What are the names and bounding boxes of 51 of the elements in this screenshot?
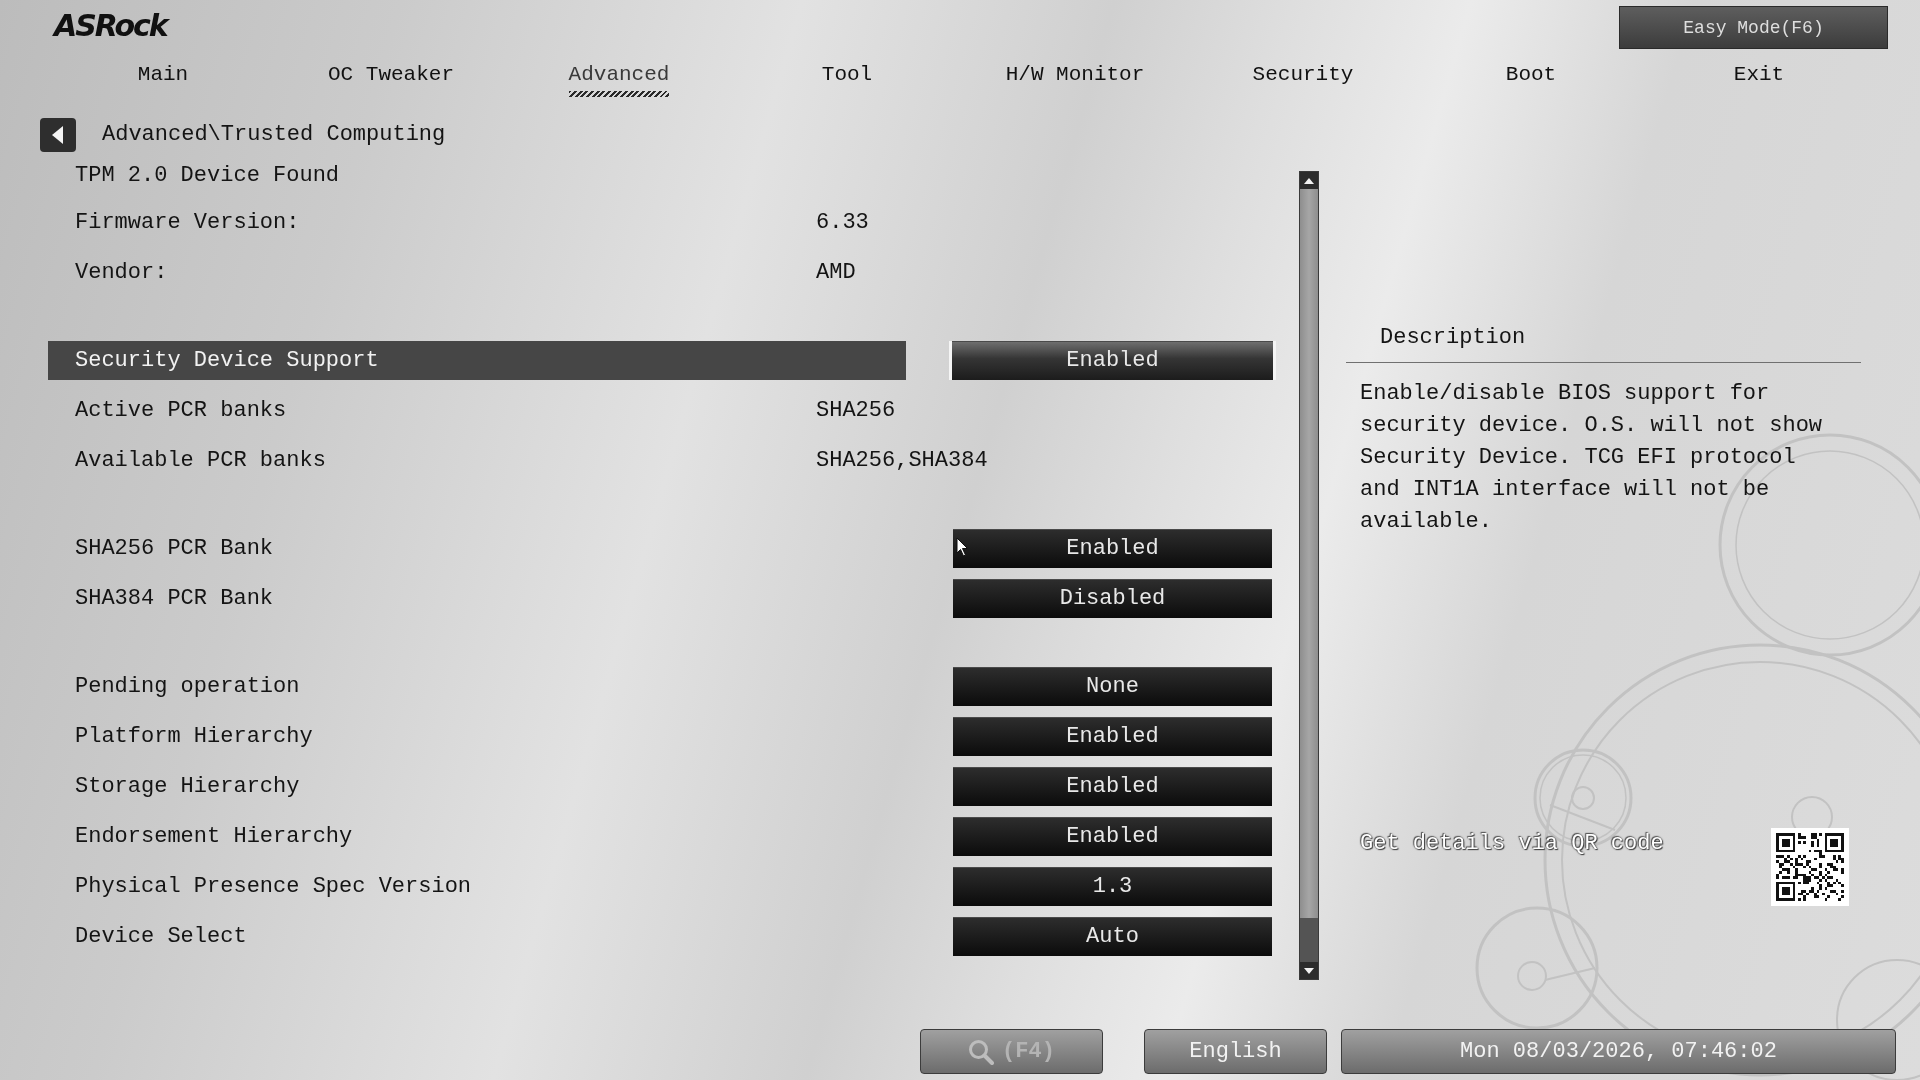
setting-label: Available PCR banks xyxy=(74,446,326,475)
setting-label[interactable]: Platform Hierarchy xyxy=(48,716,313,756)
setting-value: AMD xyxy=(816,258,856,287)
menu-tab[interactable]: Advanced xyxy=(558,50,680,97)
setting-value: SHA256 xyxy=(816,396,896,425)
setting-value: 6.33 xyxy=(816,208,869,237)
setting-label[interactable]: SHA384 PCR Bank xyxy=(48,578,274,618)
selected-setting-row[interactable]: Security Device Support xyxy=(48,340,906,380)
option-value-button[interactable]: Enabled xyxy=(949,340,1276,380)
menu-tab[interactable]: Tool xyxy=(811,50,883,88)
scrollbar-thumb[interactable] xyxy=(1300,189,1318,918)
option-value-button[interactable]: Disabled xyxy=(953,578,1272,618)
setting-label[interactable]: Pending operation xyxy=(48,666,300,706)
option-value-button[interactable]: Enabled xyxy=(953,528,1272,568)
menu-tab[interactable]: Security xyxy=(1242,50,1364,88)
up-arrow-icon xyxy=(1304,177,1314,184)
setting-label: TPM 2.0 Device Found xyxy=(74,161,340,190)
back-icon[interactable] xyxy=(40,118,76,152)
qr-code-icon xyxy=(1771,828,1849,906)
easy-mode-button[interactable]: Easy Mode(F6) xyxy=(1619,6,1888,49)
qr-caption: Get details via QR code xyxy=(1360,830,1664,858)
setting-label: Vendor: xyxy=(74,258,168,287)
setting-value: SHA256,SHA384 xyxy=(816,446,988,475)
menu-tab[interactable]: Exit xyxy=(1723,50,1795,88)
breadcrumb-path: Advanced\Trusted Computing xyxy=(102,121,446,149)
menu-tab[interactable]: Boot xyxy=(1495,50,1567,88)
setting-label[interactable]: Physical Presence Spec Version xyxy=(48,866,472,906)
setting-label[interactable]: SHA256 PCR Bank xyxy=(48,528,274,568)
scroll-up-button[interactable] xyxy=(1300,172,1318,189)
option-value-button[interactable]: Enabled xyxy=(953,816,1272,856)
menu-tab[interactable]: Main xyxy=(127,50,199,88)
description-text: Enable/disable BIOS support for security device. O.S. will not show Security Device. TCG EFI protocol and INT1A interface will not be available. xyxy=(1360,380,1824,536)
description-title: Description xyxy=(1380,324,1526,352)
setting-label[interactable]: Storage Hierarchy xyxy=(48,766,300,806)
option-value-button[interactable]: None xyxy=(953,666,1272,706)
logo: ASRock xyxy=(54,11,167,41)
down-arrow-icon xyxy=(1304,967,1314,974)
option-value-button[interactable]: 1.3 xyxy=(953,866,1272,906)
menu-tab[interactable]: OC Tweaker xyxy=(318,50,464,88)
setting-label: Active PCR banks xyxy=(74,396,287,425)
datetime-display: Mon 08/03/2026, 07:46:02 xyxy=(1341,1029,1896,1074)
setting-label[interactable]: Device Select xyxy=(48,916,247,956)
setting-label[interactable]: Endorsement Hierarchy xyxy=(48,816,353,856)
option-value-button[interactable]: Enabled xyxy=(953,766,1272,806)
option-value-button[interactable]: Enabled xyxy=(953,716,1272,756)
menu-tab[interactable]: H/W Monitor xyxy=(995,50,1155,88)
search-icon xyxy=(968,1038,995,1065)
scroll-down-button[interactable] xyxy=(1300,962,1318,979)
setting-label: Firmware Version: xyxy=(74,208,300,237)
option-value-button[interactable]: Auto xyxy=(953,916,1272,956)
mouse-pointer-icon xyxy=(956,537,969,557)
